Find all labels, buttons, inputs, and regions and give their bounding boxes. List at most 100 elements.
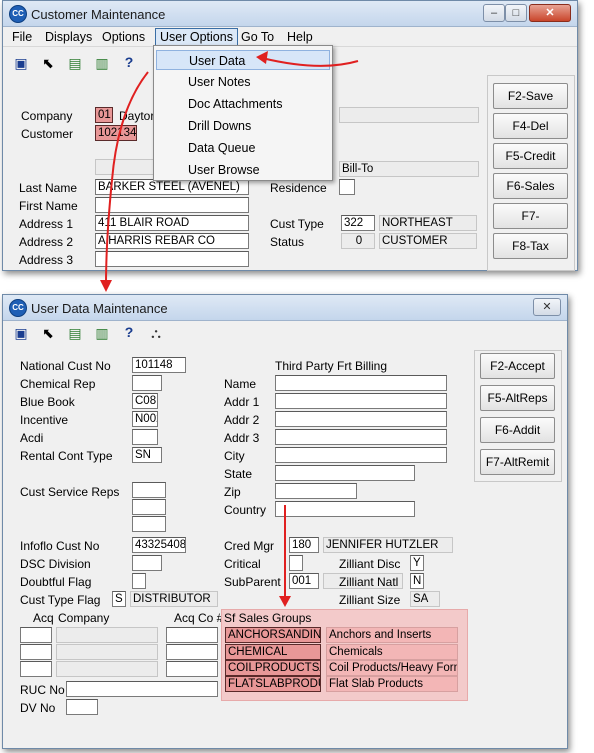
menu-item-user-data[interactable]: User Data [156,50,330,70]
menu-item-data-queue[interactable]: Data Queue [156,138,330,158]
maximize-button[interactable]: □ [505,4,527,22]
cust-service-rep-2[interactable] [132,499,166,515]
zilliant-disc-field[interactable]: Y [410,555,424,571]
menu-displays[interactable]: Displays [45,30,92,44]
menu-item-drill-downs[interactable]: Drill Downs [156,116,330,136]
menu-go-to[interactable]: Go To [241,30,274,44]
save-icon[interactable]: ▣ [13,55,29,71]
delete-button[interactable]: F4-Del [493,113,568,139]
pointer-icon[interactable]: ⬉ [40,55,56,71]
tp-city-label: City [224,449,245,463]
acq-company-label: Company [58,611,110,625]
tp-zip-field[interactable] [275,483,357,499]
export-icon[interactable]: ▤ [67,55,83,71]
incentive-label: Incentive [20,413,69,427]
tp-addr3-field[interactable] [275,429,447,445]
cust-type-flag-label: Cust Type Flag [20,593,101,607]
title-bar-2: CC User Data Maintenance ✕ [3,295,567,321]
dsc-division-field[interactable] [132,555,162,571]
cust-type-label: Cust Type [270,217,324,231]
ruc-no-field[interactable] [66,681,218,697]
infoflo-cust-no-field[interactable]: 43325408 [132,537,186,553]
tp-addr1-field[interactable] [275,393,447,409]
cred-mgr-name-field: JENNIFER HUTZLER [323,537,453,553]
tax-button[interactable]: F8-Tax [493,233,568,259]
tp-name-field[interactable] [275,375,447,391]
sales-group-code-2[interactable]: CHEMICAL [225,644,321,660]
cust-type-code-field[interactable]: 322 [341,215,375,231]
menu-file[interactable]: File [12,30,32,44]
company-code-field[interactable]: 01 [95,107,113,123]
acdi-field[interactable] [132,429,158,445]
menu-options[interactable]: Options [102,30,145,44]
import-icon[interactable]: ▥ [94,55,110,71]
national-cust-no-field[interactable]: 101148 [132,357,186,373]
export-icon[interactable]: ▤ [67,325,83,341]
cust-service-rep-3[interactable] [132,516,166,532]
zilliant-natl-field[interactable]: N [410,573,424,589]
acq-field-1[interactable] [20,627,52,643]
altreps-button[interactable]: F5-AltReps [480,385,555,411]
help-icon[interactable]: ? [121,54,137,70]
tp-city-field[interactable] [275,447,447,463]
menu-item-doc-attachments[interactable]: Doc Attachments [156,94,330,114]
acdi-label: Acdi [20,431,44,445]
help-icon[interactable]: ? [121,324,137,340]
doubtful-flag-checkbox[interactable] [132,573,146,589]
altremit-button[interactable]: F7-AltRemit [480,449,555,475]
cust-type-flag-field[interactable]: S [112,591,126,607]
sales-group-code-1[interactable]: ANCHORSANDINS [225,627,321,643]
save-button[interactable]: F2-Save [493,83,568,109]
addit-button[interactable]: F6-Addit [480,417,555,443]
tp-state-field[interactable] [275,465,415,481]
import-icon[interactable]: ▥ [94,325,110,341]
acq-co-field-1[interactable] [166,627,218,643]
address3-field[interactable] [95,251,249,267]
menu-user-options[interactable]: User Options [155,28,238,46]
sales-group-name-4: Flat Slab Products [326,676,458,692]
window-title-2: User Data Maintenance [31,301,168,316]
pointer-icon[interactable]: ⬉ [40,325,56,341]
address1-field[interactable]: 411 BLAIR ROAD [95,215,249,231]
rental-cont-type-field[interactable]: SN [132,447,162,463]
incentive-field[interactable]: N002 [132,411,158,427]
sales-group-code-3[interactable]: COILPRODUCTSAI [225,660,321,676]
first-name-field[interactable] [95,197,249,213]
subparent-field[interactable]: 001 [289,573,319,589]
acq-field-3[interactable] [20,661,52,677]
tp-addr2-field[interactable] [275,411,447,427]
close-button[interactable]: ✕ [529,4,571,22]
blue-book-field[interactable]: C08 [132,393,158,409]
tp-country-field[interactable] [275,501,415,517]
billto-field: Bill-To [339,161,479,177]
menu-help[interactable]: Help [287,30,313,44]
chemical-rep-field[interactable] [132,375,162,391]
cust-service-rep-1[interactable] [132,482,166,498]
customer-field[interactable]: 102134 [95,125,137,141]
menu-item-user-browse[interactable]: User Browse [156,160,330,180]
minimize-button[interactable]: – [483,4,505,22]
credit-button[interactable]: F5-Credit [493,143,568,169]
cust-type-flag-name: DISTRIBUTOR [130,591,218,607]
last-name-field[interactable]: BARKER STEEL (AVENEL) [95,179,249,195]
zilliant-size-field: SA [410,591,440,607]
sales-group-code-4[interactable]: FLATSLABPRODU [225,676,321,692]
binoculars-icon[interactable]: ⛬ [148,325,164,341]
address2-field[interactable]: A HARRIS REBAR CO [95,233,249,249]
comments-button[interactable]: F7-Comments [493,203,568,247]
cred-mgr-code-field[interactable]: 180 [289,537,319,553]
acq-co-field-2[interactable] [166,644,218,660]
sales-button[interactable]: F6-Sales [493,173,568,199]
save-icon[interactable]: ▣ [13,325,29,341]
acq-field-2[interactable] [20,644,52,660]
acq-co-field-3[interactable] [166,661,218,677]
close-button-2[interactable]: ✕ [533,298,561,316]
tp-zip-label: Zip [224,485,241,499]
menu-item-user-notes[interactable]: User Notes [156,72,330,92]
acq-co-label: Acq Co # [174,611,224,625]
acq-company-field-3 [56,661,158,677]
residence-checkbox[interactable] [339,179,355,195]
critical-checkbox[interactable] [289,555,303,571]
dv-no-field[interactable] [66,699,98,715]
accept-button[interactable]: F2-Accept [480,353,555,379]
